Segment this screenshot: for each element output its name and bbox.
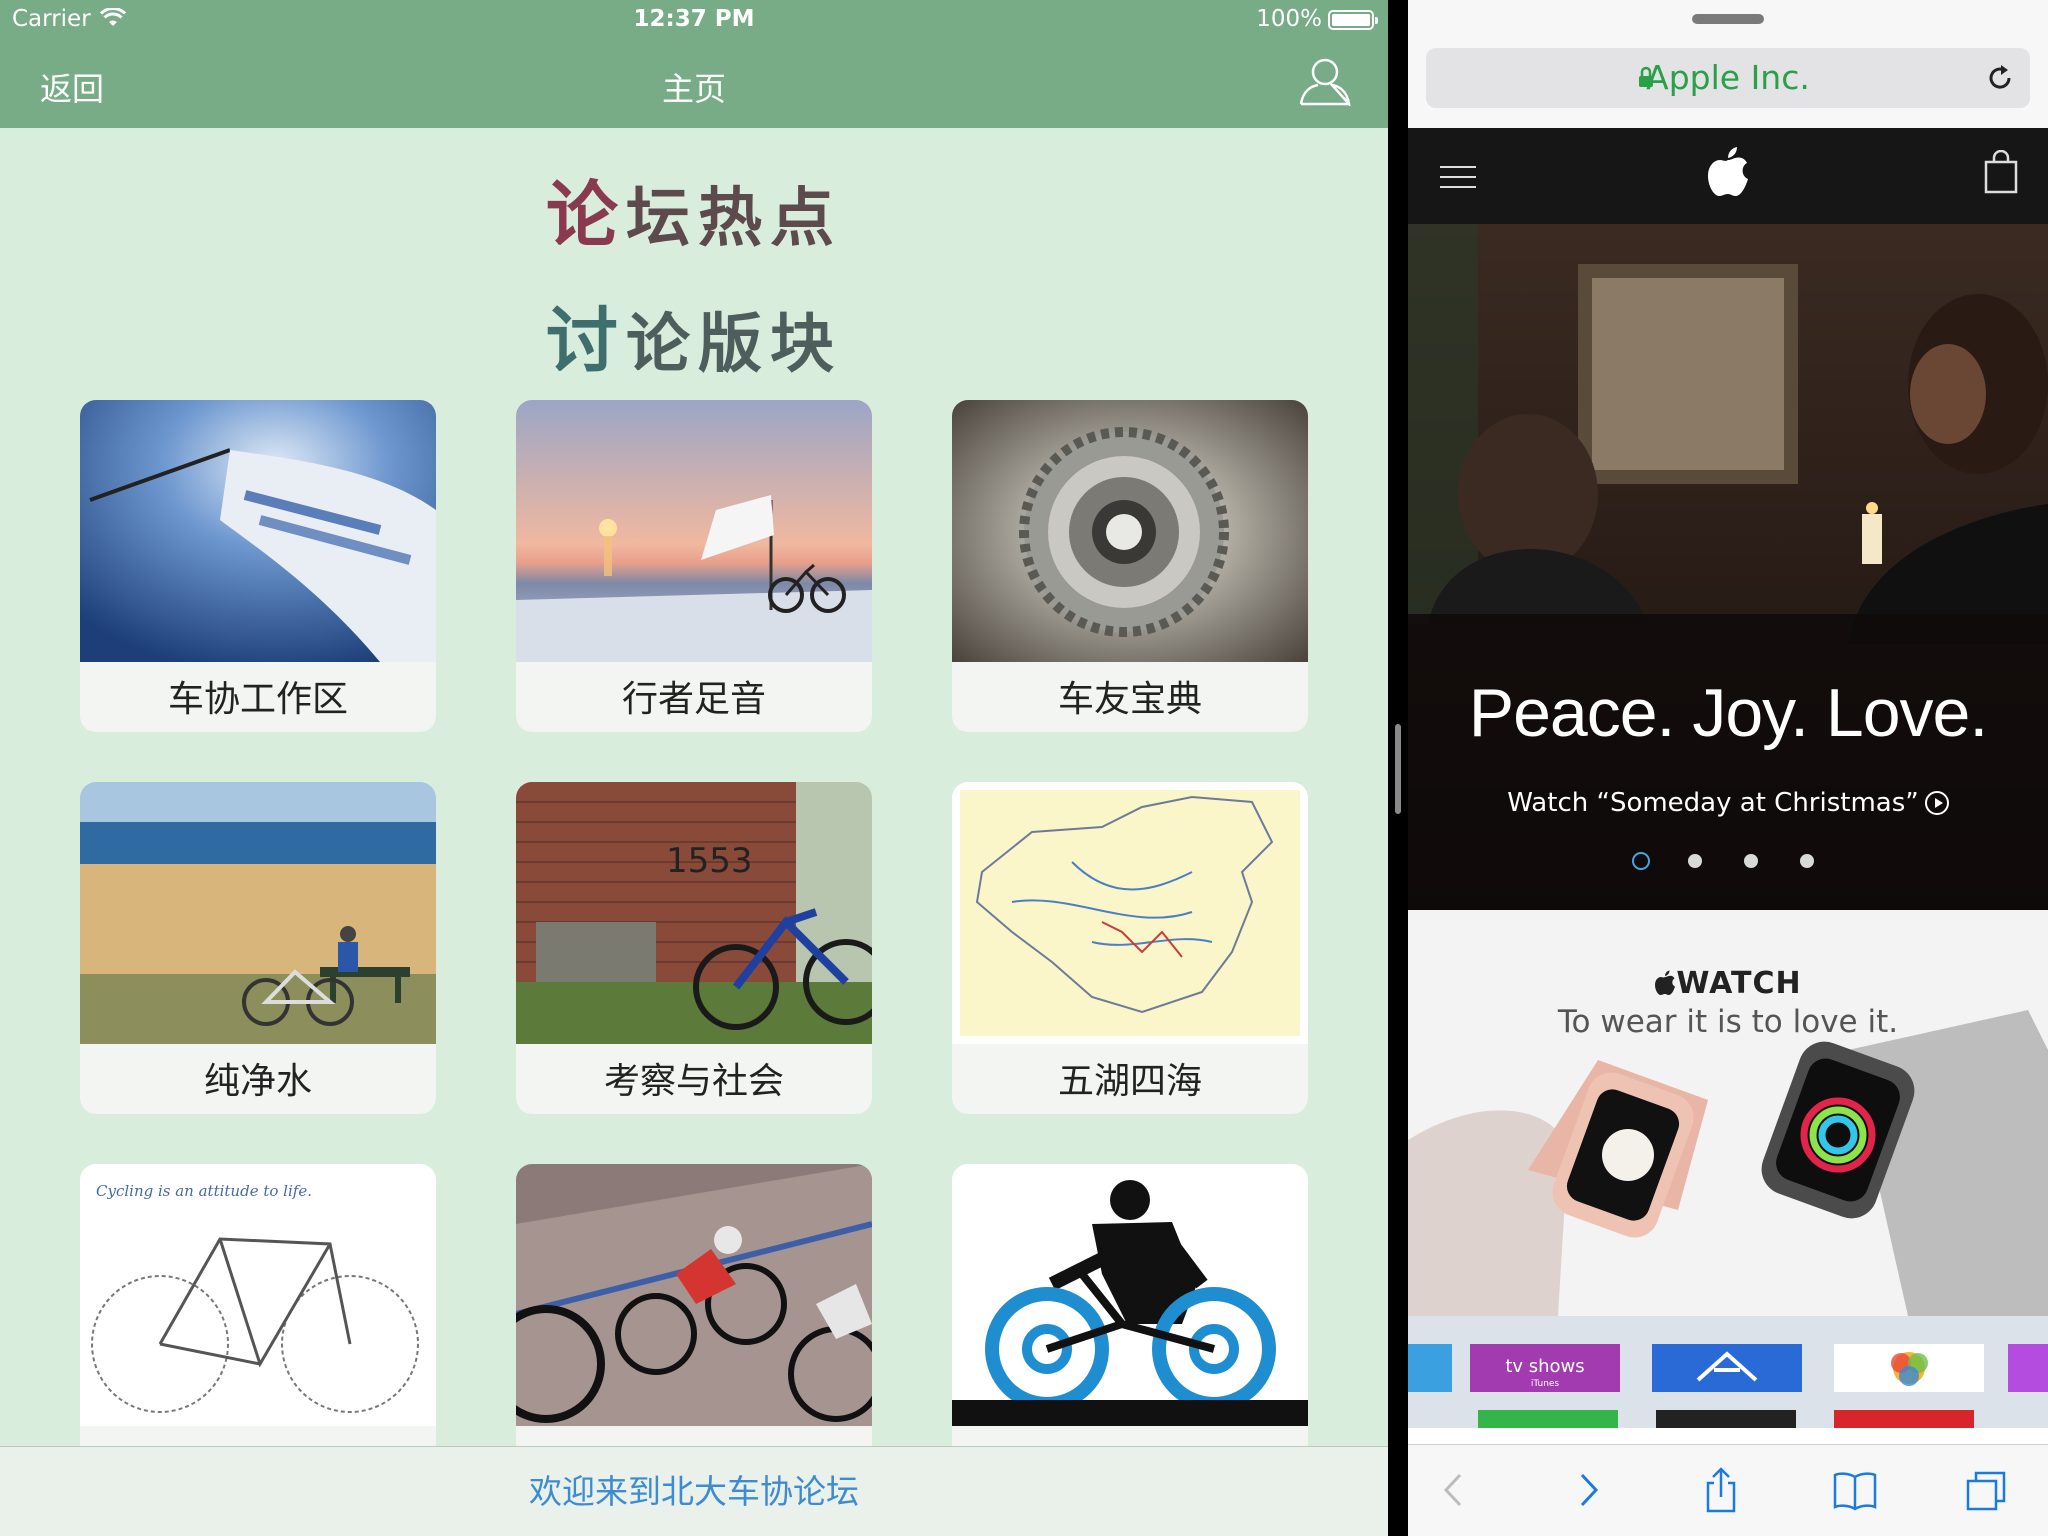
board-card[interactable]: 车友宝典 — [952, 400, 1308, 732]
reload-icon[interactable] — [1984, 62, 2016, 94]
board-image — [80, 782, 436, 1044]
hero-title: Peace. Joy. Love. — [1468, 675, 1989, 751]
board-image: 1553 — [516, 782, 872, 1044]
split-view-handle[interactable] — [1395, 724, 1401, 814]
board-card[interactable]: 五湖四海 — [952, 782, 1308, 1114]
slide-over-grabber[interactable] — [1692, 14, 1764, 24]
battery-icon — [1328, 10, 1378, 30]
board-image — [952, 1164, 1308, 1426]
board-image — [516, 1164, 872, 1426]
svg-text:tv shows: tv shows — [1505, 1356, 1584, 1377]
bookmarks-icon[interactable] — [1832, 1467, 1878, 1513]
apple-logo-icon[interactable] — [1706, 146, 1750, 198]
welcome-link[interactable]: 欢迎来到北大车协论坛 — [0, 1447, 1388, 1536]
board-card[interactable]: 车协工作区 — [80, 400, 436, 732]
carousel-dot[interactable] — [1632, 852, 1650, 870]
carousel-dot[interactable] — [1800, 854, 1814, 868]
forward-arrow-icon[interactable] — [1564, 1467, 1610, 1513]
battery-percent: 100% — [1256, 6, 1322, 32]
boards-heading: 讨论版块 — [545, 299, 842, 383]
svg-text:Cycling is an attitude to life: Cycling is an attitude to life. — [96, 1182, 312, 1200]
safari-toolbar — [1408, 1444, 2048, 1536]
page-title: 主页 — [661, 70, 726, 108]
watch-image — [1408, 1010, 2048, 1316]
board-image — [516, 400, 872, 662]
carousel-dot[interactable] — [1744, 854, 1758, 868]
board-image — [952, 400, 1308, 662]
board-card[interactable]: 1553 考察与社会 — [516, 782, 872, 1114]
play-icon — [1924, 791, 1949, 815]
user-icon[interactable] — [1298, 56, 1352, 106]
apple-site-nav — [1408, 128, 2048, 224]
board-card[interactable]: 纯净水 — [80, 782, 436, 1114]
back-arrow-icon[interactable] — [1432, 1467, 1478, 1513]
tabs-icon[interactable] — [1964, 1467, 2010, 1513]
forum-app: Carrier 12:37 PM 100% 返回 主页 论坛热点 讨论版块 车协… — [0, 0, 1388, 1536]
share-icon[interactable] — [1698, 1467, 1744, 1513]
watch-promo[interactable]: WATCH To wear it is to love it. — [1408, 910, 2048, 1316]
address-bar[interactable]: Apple Inc. — [1426, 48, 2030, 108]
hot-topics-heading[interactable]: 论坛热点 — [0, 156, 1388, 261]
menu-icon[interactable] — [1440, 166, 1476, 188]
safari-header: Apple Inc. — [1408, 0, 2048, 128]
status-bar: Carrier 12:37 PM 100% — [0, 0, 1388, 40]
shopping-bag-icon[interactable] — [1984, 150, 2018, 194]
url-host: Apple Inc. — [1646, 58, 1810, 97]
navigation-bar: Carrier 12:37 PM 100% 返回 主页 — [0, 0, 1388, 128]
safari-app: Apple Inc. Peace. Joy. Love. Watch “Some… — [1408, 0, 2048, 1536]
hero-banner[interactable]: Peace. Joy. Love. Watch “Someday at Chri… — [1408, 224, 2048, 910]
carousel-dot[interactable] — [1688, 854, 1702, 868]
svg-text:iTunes: iTunes — [1531, 1379, 1560, 1389]
svg-text:1553: 1553 — [666, 841, 753, 881]
board-card[interactable]: 行者足音 — [516, 400, 872, 732]
footer-bar: 欢迎来到北大车协论坛 — [0, 1446, 1388, 1536]
split-view: Carrier 12:37 PM 100% 返回 主页 论坛热点 讨论版块 车协… — [0, 0, 2048, 1536]
board-image — [80, 400, 436, 662]
hero-watch-link[interactable]: Watch “Someday at Christmas” — [1408, 788, 2048, 818]
board-image: Cycling is an attitude to life. — [80, 1164, 436, 1426]
apple-tv-promo[interactable]: tv shows iTunes — [1408, 1316, 2048, 1428]
board-image — [952, 782, 1308, 1044]
tv-apps-image: tv shows iTunes — [1408, 1316, 2048, 1428]
clock: 12:37 PM — [633, 6, 755, 32]
split-divider — [1388, 0, 1408, 1536]
